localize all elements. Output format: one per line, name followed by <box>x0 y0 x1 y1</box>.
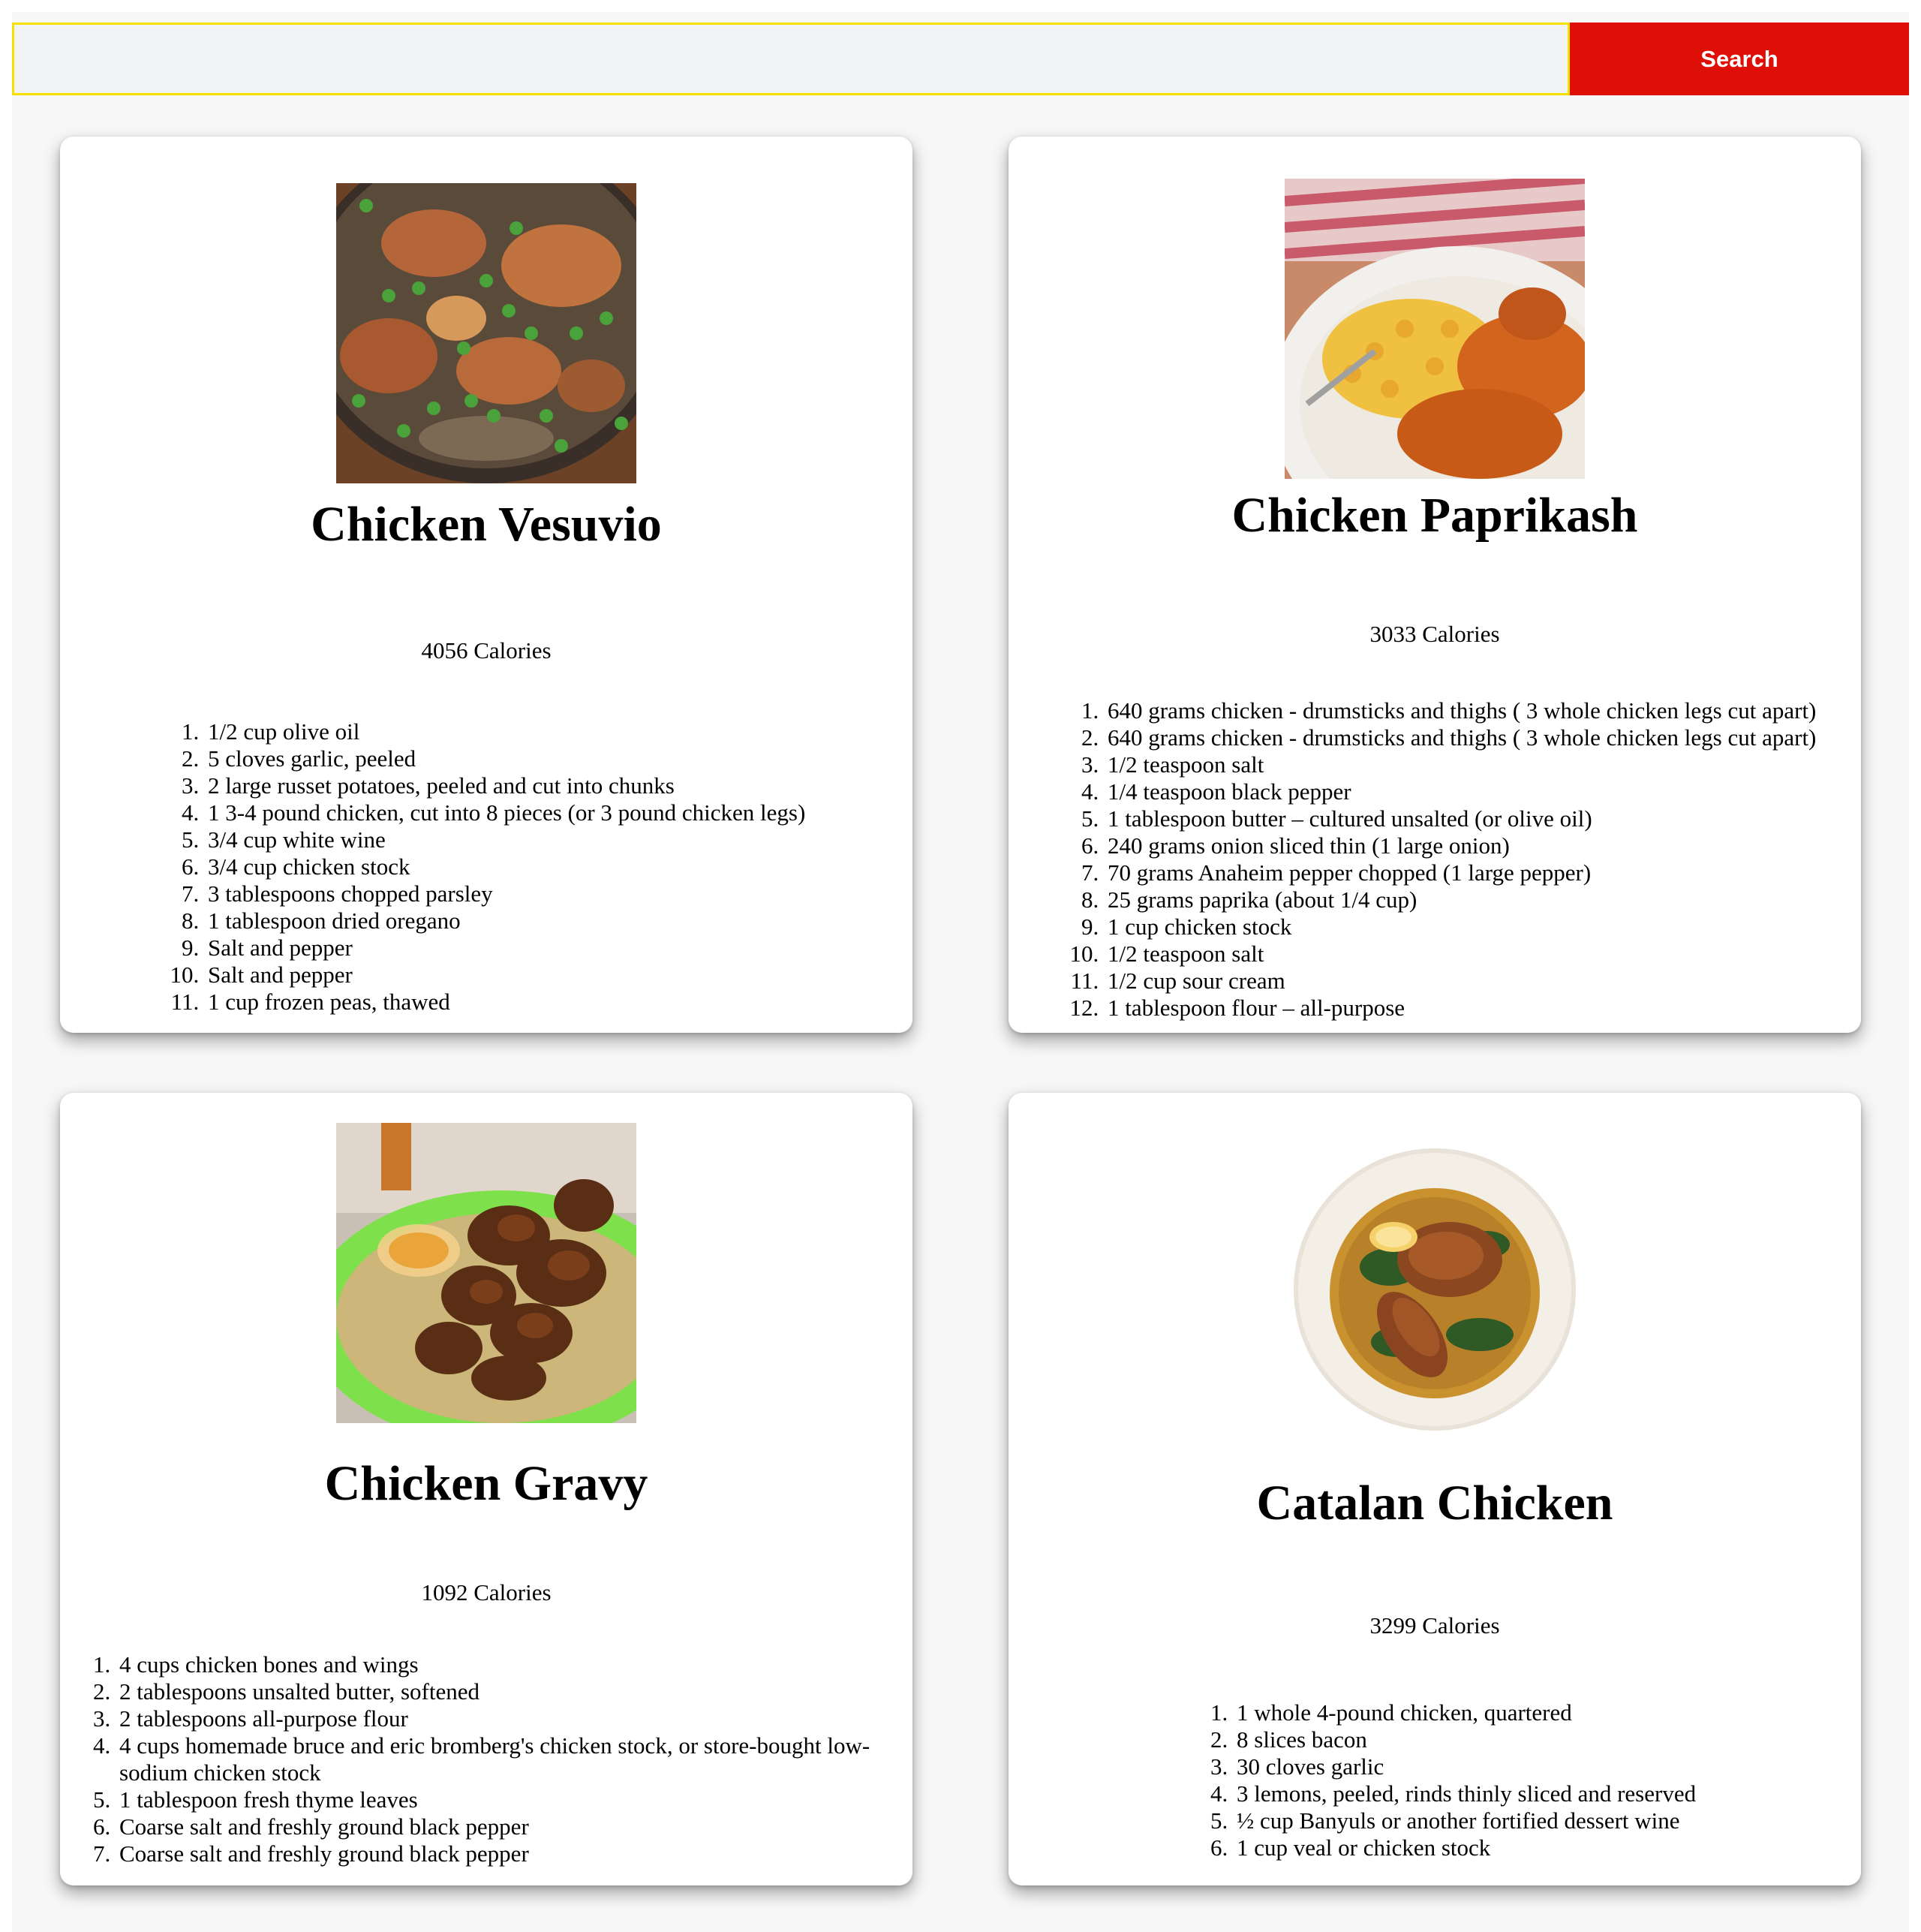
search-bar: Search <box>12 23 1909 95</box>
ingredient-item: 640 grams chicken - drumsticks and thigh… <box>1105 697 1847 724</box>
search-input[interactable] <box>12 23 1570 95</box>
ingredient-item: 1 3-4 pound chicken, cut into 8 pieces (… <box>205 799 888 826</box>
chicken-gravy-photo <box>336 1123 636 1423</box>
recipe-title: Chicken Vesuvio <box>311 497 662 552</box>
search-button[interactable]: Search <box>1570 23 1909 95</box>
ingredient-item: 30 cloves garlic <box>1234 1753 1834 1780</box>
ingredient-item: 1 tablespoon dried oregano <box>205 907 888 934</box>
ingredient-item: 640 grams chicken - drumsticks and thigh… <box>1105 724 1847 751</box>
recipe-title: Chicken Paprikash <box>1231 488 1638 543</box>
ingredient-item: 1 cup chicken stock <box>1105 913 1847 940</box>
recipe-card: Chicken Gravy 1092 Calories 4 cups chick… <box>60 1093 912 1885</box>
app-container: Search Chicken Vesuvio 4056 Calories 1. … <box>12 12 1909 1932</box>
ingredient-item: 1/4 teaspoon black pepper <box>1105 778 1847 805</box>
ingredient-item: 4 cups chicken bones and wings <box>116 1651 889 1678</box>
recipe-calories: 1092 Calories <box>421 1579 552 1605</box>
recipe-card: Catalan Chicken 3299 Calories 1 whole 4-… <box>1009 1093 1861 1885</box>
ingredient-item: 2 tablespoons all-purpose flour <box>116 1705 889 1732</box>
recipe-photo <box>336 1123 636 1423</box>
ingredient-item: 1 whole 4-pound chicken, quartered <box>1234 1699 1834 1726</box>
ingredient-item: ½ cup Banyuls or another fortified desse… <box>1234 1807 1834 1834</box>
ingredient-item: 3 tablespoons chopped parsley <box>205 880 888 907</box>
ingredient-item: 25 grams paprika (about 1/4 cup) <box>1105 886 1847 913</box>
recipe-calories: 3299 Calories <box>1369 1612 1500 1639</box>
recipe-card: Chicken Vesuvio 4056 Calories 1/2 cup ol… <box>60 137 912 1033</box>
recipe-photo <box>1285 1139 1585 1440</box>
ingredient-list: 1/2 cup olive oil 5 cloves garlic, peele… <box>205 718 888 1016</box>
ingredient-item: Salt and pepper <box>205 961 888 989</box>
ingredient-item: 3 lemons, peeled, rinds thinly sliced an… <box>1234 1780 1834 1807</box>
ingredient-item: 3/4 cup chicken stock <box>205 853 888 880</box>
ingredient-item: 240 grams onion sliced thin (1 large oni… <box>1105 832 1847 859</box>
recipe-calories: 4056 Calories <box>421 637 552 664</box>
ingredient-list: 640 grams chicken - drumsticks and thigh… <box>1105 697 1847 1022</box>
ingredient-item: 1 tablespoon flour – all-purpose <box>1105 995 1847 1022</box>
ingredient-item: 2 large russet potatoes, peeled and cut … <box>205 772 888 799</box>
ingredient-list: 1 whole 4-pound chicken, quartered 8 sli… <box>1234 1699 1834 1861</box>
catalan-chicken-photo <box>1285 1139 1585 1440</box>
ingredient-item: 1/2 teaspoon salt <box>1105 940 1847 968</box>
recipe-calories: 3033 Calories <box>1369 621 1500 647</box>
recipe-title: Chicken Gravy <box>324 1456 648 1511</box>
recipe-title: Catalan Chicken <box>1256 1476 1613 1530</box>
ingredient-item: 4 cups homemade bruce and eric bromberg'… <box>116 1732 889 1786</box>
chicken-vesuvio-photo <box>336 183 636 483</box>
ingredient-item: 1 cup veal or chicken stock <box>1234 1834 1834 1861</box>
ingredient-item: 70 grams Anaheim pepper chopped (1 large… <box>1105 859 1847 886</box>
ingredient-item: Coarse salt and freshly ground black pep… <box>116 1840 889 1867</box>
ingredient-item: 1/2 cup olive oil <box>205 718 888 745</box>
ingredient-item: Coarse salt and freshly ground black pep… <box>116 1813 889 1840</box>
ingredient-item: Salt and pepper <box>205 934 888 961</box>
ingredient-item: 1/2 cup sour cream <box>1105 968 1847 995</box>
chicken-paprikash-photo <box>1285 179 1585 479</box>
ingredient-item: 8 slices bacon <box>1234 1726 1834 1753</box>
ingredient-item: 5 cloves garlic, peeled <box>205 745 888 772</box>
ingredient-list: 4 cups chicken bones and wings 2 tablesp… <box>116 1651 889 1867</box>
ingredient-item: 1/2 teaspoon salt <box>1105 751 1847 778</box>
ingredient-item: 1 tablespoon fresh thyme leaves <box>116 1786 889 1813</box>
ingredient-item: 1 cup frozen peas, thawed <box>205 989 888 1016</box>
recipe-photo <box>336 183 636 483</box>
ingredient-item: 1 tablespoon butter – cultured unsalted … <box>1105 805 1847 832</box>
recipe-card: Chicken Paprikash 3033 Calories 640 gram… <box>1009 137 1861 1033</box>
ingredient-item: 2 tablespoons unsalted butter, softened <box>116 1678 889 1705</box>
recipe-photo <box>1285 179 1585 479</box>
ingredient-item: 3/4 cup white wine <box>205 826 888 853</box>
